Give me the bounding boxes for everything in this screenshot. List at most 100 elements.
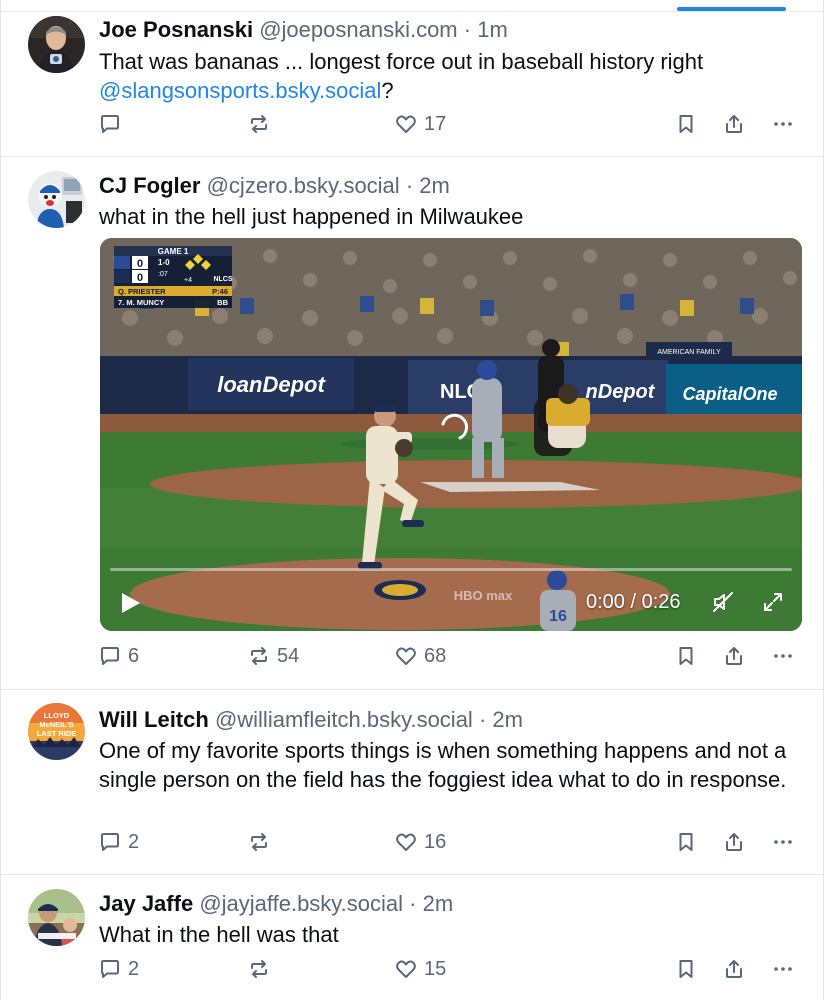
more-options-button[interactable] (771, 644, 795, 668)
repost-count: 54 (277, 644, 300, 667)
post[interactable]: Joe Posnanski @joeposnanski.com · 1m Tha… (1, 12, 823, 157)
sign-loandepot: loanDepot (217, 372, 326, 397)
post-text: what in the hell just happened in Milwau… (99, 204, 524, 229)
active-tab-indicator (677, 7, 786, 11)
share-icon (726, 115, 742, 133)
ellipsis-icon (774, 122, 792, 126)
series-score: 1-0 (158, 258, 170, 267)
author-handle[interactable]: @cjzero.bsky.social (207, 173, 400, 198)
reply-button[interactable] (98, 112, 128, 136)
like-button[interactable]: 16 (394, 830, 446, 854)
post-header: Joe Posnanski @joeposnanski.com · 1m (99, 17, 508, 43)
like-button[interactable]: 17 (394, 112, 446, 136)
reply-button[interactable]: 2 (98, 957, 139, 981)
author-handle[interactable]: @joeposnanski.com (259, 17, 457, 42)
like-count: 68 (424, 644, 447, 667)
batter-stat: BB (217, 298, 228, 307)
speech-bubble-icon (101, 647, 119, 665)
author-handle[interactable]: @williamfleitch.bsky.social (215, 707, 473, 732)
play-icon[interactable] (120, 591, 142, 615)
share-button[interactable] (722, 957, 746, 981)
reply-count: 2 (128, 957, 140, 980)
like-button[interactable]: 15 (394, 957, 446, 981)
post-header: CJ Fogler @cjzero.bsky.social · 2m (99, 173, 450, 199)
share-button[interactable] (722, 644, 746, 668)
team1-score: 0 (137, 258, 143, 270)
repost-button[interactable] (247, 830, 277, 854)
avatar-line-3: LAST RIDE (37, 729, 77, 738)
sign-loandepot-2: nDepot (586, 381, 656, 403)
bookmark-icon (679, 115, 693, 133)
more-options-button[interactable] (771, 112, 795, 136)
repost-button[interactable] (247, 112, 277, 136)
action-bar: 2 15 (1, 957, 823, 987)
bookmark-icon (679, 960, 693, 978)
like-button[interactable]: 68 (394, 644, 446, 668)
separator: · (478, 707, 487, 732)
heart-icon (396, 647, 416, 665)
timestamp[interactable]: 2m (419, 173, 450, 198)
post-text: One of my favorite sports things is when… (99, 738, 787, 792)
speech-bubble-icon (101, 960, 119, 978)
author-name[interactable]: CJ Fogler (99, 173, 200, 198)
bookmark-button[interactable] (674, 112, 698, 136)
post-header: Jay Jaffe @jayjaffe.bsky.social · 2m (99, 891, 453, 917)
team2-score: 0 (137, 272, 143, 284)
repost-button[interactable] (247, 957, 277, 981)
video-frame: loanDepot NLC nDepot CapitalOne AMERICAN… (100, 238, 802, 631)
share-button[interactable] (722, 112, 746, 136)
league-label: NLCS (213, 276, 232, 283)
post[interactable]: Jay Jaffe @jayjaffe.bsky.social · 2m Wha… (1, 875, 823, 1000)
post-text-tail: ? (381, 78, 394, 103)
repost-button[interactable]: 54 (247, 644, 299, 668)
muted-speaker-icon[interactable] (711, 590, 735, 614)
heart-icon (396, 115, 416, 133)
bookmark-button[interactable] (674, 644, 698, 668)
repost-arrows-icon (251, 115, 267, 133)
more-options-button[interactable] (771, 957, 795, 981)
author-name[interactable]: Will Leitch (99, 707, 209, 732)
separator: · (409, 891, 417, 916)
action-bar: 6 54 68 (1, 644, 823, 674)
reply-button[interactable]: 6 (98, 644, 139, 668)
repost-arrows-icon (251, 647, 267, 665)
avatar-line-1: LLOYD (44, 711, 70, 720)
bookmark-button[interactable] (674, 830, 698, 854)
mention-link[interactable]: @slangsonsports.bsky.social (99, 78, 381, 103)
avatar[interactable] (28, 171, 85, 228)
video-progress-track[interactable] (110, 568, 792, 571)
feed-column: Joe Posnanski @joeposnanski.com · 1m Tha… (0, 0, 824, 1000)
post[interactable]: LLOYD McNEIL'S LAST RIDE Will Leitch @wi… (1, 690, 823, 875)
avatar-image (28, 171, 85, 228)
author-name[interactable]: Jay Jaffe (99, 891, 193, 916)
avatar[interactable] (28, 889, 85, 946)
game-clock: :07 (158, 271, 168, 278)
ellipsis-icon (774, 967, 792, 971)
video-player[interactable]: loanDepot NLC nDepot CapitalOne AMERICAN… (100, 238, 802, 631)
share-icon (726, 647, 742, 665)
post-text: What in the hell was that (99, 922, 339, 947)
author-name[interactable]: Joe Posnanski (99, 17, 253, 42)
author-handle[interactable]: @jayjaffe.bsky.social (199, 891, 403, 916)
reply-button[interactable]: 2 (98, 830, 139, 854)
avatar-image: LLOYD McNEIL'S LAST RIDE (28, 703, 85, 760)
repost-arrows-icon (251, 833, 267, 851)
avatar[interactable] (28, 16, 85, 73)
sign-american-family: AMERICAN FAMILY (657, 349, 721, 356)
more-options-button[interactable] (771, 830, 795, 854)
video-time-display: 0:00 / 0:26 (586, 591, 681, 613)
ellipsis-icon (774, 840, 792, 844)
scorebug: GAME 1 0 0 1-0 :07 +4 NLCS Q. PRIESTER P… (114, 246, 233, 308)
timestamp[interactable]: 2m (492, 707, 523, 732)
speech-bubble-icon (101, 115, 119, 133)
post-header: Will Leitch @williamfleitch.bsky.social … (99, 707, 523, 733)
heart-icon (396, 960, 416, 978)
timestamp[interactable]: 1m (477, 17, 508, 42)
fullscreen-icon[interactable] (761, 590, 785, 614)
action-bar: 17 (1, 112, 823, 142)
bookmark-button[interactable] (674, 957, 698, 981)
timestamp[interactable]: 2m (423, 891, 454, 916)
like-count: 16 (424, 830, 447, 853)
avatar[interactable]: LLOYD McNEIL'S LAST RIDE (28, 703, 85, 760)
share-button[interactable] (722, 830, 746, 854)
